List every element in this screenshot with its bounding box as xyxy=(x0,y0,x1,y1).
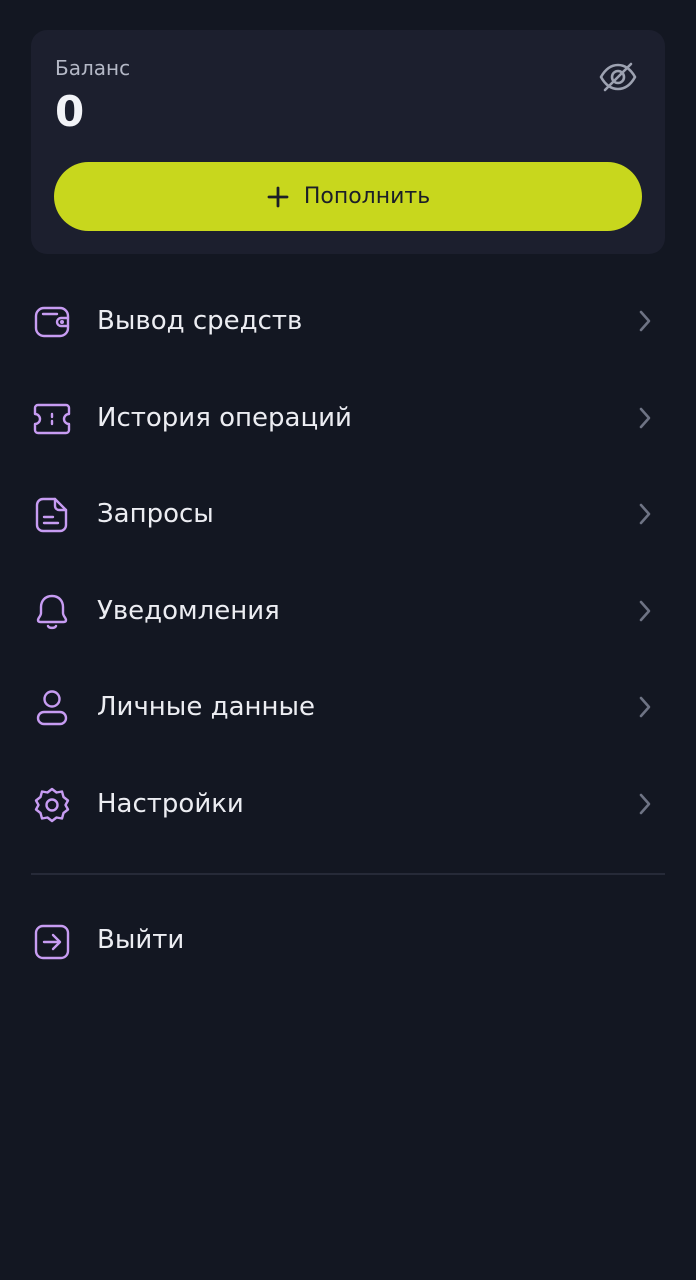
menu-item-label: Запросы xyxy=(97,499,214,530)
menu-item-history[interactable]: История операций xyxy=(0,369,696,466)
plus-icon xyxy=(266,185,290,209)
document-icon xyxy=(32,495,72,535)
balance-value: 0 xyxy=(55,87,85,136)
chevron-right-icon xyxy=(632,598,658,624)
profile-menu: Вывод средств История операций Запросы У… xyxy=(0,272,696,852)
logout-label: Выйти xyxy=(97,925,185,955)
chevron-right-icon xyxy=(632,791,658,817)
menu-item-label: История операций xyxy=(97,402,352,433)
menu-item-label: Уведомления xyxy=(97,595,280,626)
menu-item-label: Личные данные xyxy=(97,692,316,723)
menu-item-withdraw[interactable]: Вывод средств xyxy=(0,272,696,369)
gear-icon xyxy=(32,785,72,825)
chevron-right-icon xyxy=(632,694,658,720)
ticket-icon xyxy=(32,399,72,439)
topup-button[interactable]: Пополнить xyxy=(54,162,642,231)
menu-divider xyxy=(31,873,665,875)
menu-item-personal-data[interactable]: Личные данные xyxy=(0,658,696,755)
menu-item-requests[interactable]: Запросы xyxy=(0,465,696,562)
eye-off-icon[interactable] xyxy=(597,56,639,98)
balance-label: Баланс xyxy=(55,56,131,80)
menu-item-notifications[interactable]: Уведомления xyxy=(0,562,696,659)
menu-item-label: Настройки xyxy=(97,788,244,819)
balance-card: Баланс 0 Пополнить xyxy=(31,30,665,254)
topup-button-label: Пополнить xyxy=(303,184,431,209)
menu-item-label: Вывод средств xyxy=(97,306,303,336)
bell-icon xyxy=(32,592,72,632)
user-icon xyxy=(32,688,72,728)
chevron-right-icon xyxy=(632,501,658,527)
logout-icon xyxy=(32,922,72,962)
chevron-right-icon xyxy=(632,405,658,431)
wallet-icon xyxy=(32,302,72,342)
chevron-right-icon xyxy=(632,308,658,334)
menu-item-settings[interactable]: Настройки xyxy=(0,755,696,852)
logout-button[interactable]: Выйти xyxy=(0,900,696,984)
